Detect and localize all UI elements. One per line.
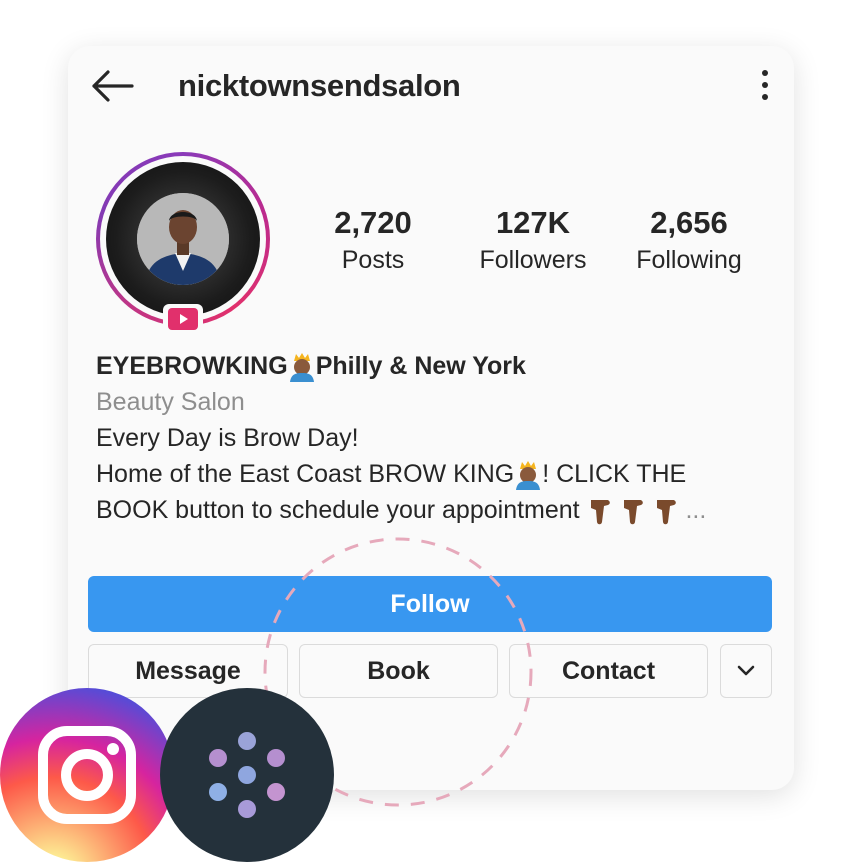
pointing-down-emoji-icon: [656, 500, 676, 525]
bio-line: Every Day is Brow Day!: [96, 424, 359, 452]
reels-badge[interactable]: [163, 304, 203, 334]
profile-avatar[interactable]: [96, 152, 270, 326]
profile-category: Beauty Salon: [96, 388, 245, 416]
stat-label: Followers: [479, 246, 587, 274]
suggested-dropdown-button[interactable]: [720, 644, 772, 698]
stat-label: Following: [636, 246, 742, 274]
bio-more-link[interactable]: ...: [685, 496, 706, 524]
person-photo-icon: [137, 193, 229, 285]
avatar-photo: [106, 162, 260, 316]
pointing-down-emoji-icon: [590, 500, 610, 525]
kebab-menu-icon[interactable]: [760, 70, 770, 104]
prince-emoji-icon: [289, 353, 314, 383]
top-bar: nicktownsendsalon: [68, 46, 794, 128]
profile-stats: 2,720 Posts 127K Followers 2,656 Followi…: [308, 204, 778, 284]
contact-button[interactable]: Contact: [509, 644, 708, 698]
dots-cluster-icon: [209, 732, 285, 818]
arrow-left-icon[interactable]: [88, 68, 136, 104]
instagram-camera-icon: [38, 726, 136, 824]
stat-value: 2,720: [334, 205, 412, 240]
instagram-logo: [0, 688, 174, 862]
profile-card: nicktownsendsalon 2,720 Posts 127K Follo…: [68, 46, 794, 790]
profile-username: nicktownsendsalon: [178, 68, 461, 103]
play-icon: [180, 314, 188, 324]
follow-button[interactable]: Follow: [88, 576, 772, 632]
prince-emoji-icon: [516, 461, 541, 491]
stat-followers[interactable]: 127K Followers: [468, 204, 598, 276]
stat-value: 127K: [495, 205, 571, 240]
app-dots-logo: [160, 688, 334, 862]
stat-following[interactable]: 2,656 Following: [624, 204, 754, 276]
profile-bio: EYEBROWKING Philly & New York Beauty Sal…: [96, 348, 776, 528]
pointing-down-emoji-icon: [623, 500, 643, 525]
profile-display-name: EYEBROWKING Philly & New York: [96, 348, 776, 384]
chevron-down-icon: [737, 665, 755, 676]
stat-posts[interactable]: 2,720 Posts: [308, 204, 438, 276]
bio-line: BOOK button to schedule your appointment…: [96, 492, 776, 528]
stat-label: Posts: [341, 246, 405, 274]
bio-line: Home of the East Coast BROW KING ! CLICK…: [96, 456, 776, 492]
stat-value: 2,656: [650, 205, 728, 240]
